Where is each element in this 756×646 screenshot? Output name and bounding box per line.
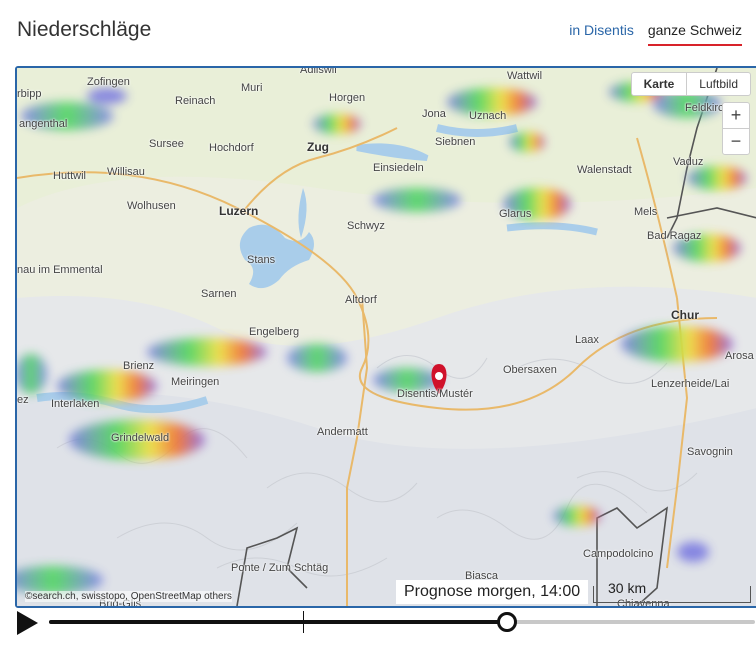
- forecast-time-label: Prognose morgen, 14:00: [396, 580, 589, 604]
- map-label: Obersaxen: [503, 364, 557, 376]
- map-label: Bad Ragaz: [647, 230, 702, 242]
- map-label: Ponte / Zum Schtäg: [231, 562, 329, 574]
- map-label: Siebnen: [435, 136, 476, 148]
- map-label: Savognin: [687, 446, 733, 458]
- map-label: Disentis/Mustér: [397, 388, 473, 400]
- map-label: Huttwil: [53, 170, 87, 182]
- timeline-progress: [49, 620, 506, 624]
- timeline-thumb[interactable]: [496, 612, 517, 632]
- scope-tabs: in Disentis ganze Schweiz: [569, 22, 742, 46]
- map-label: Glarus: [499, 208, 532, 220]
- map-label: ez: [17, 394, 29, 406]
- zoom-out-button[interactable]: −: [723, 128, 749, 154]
- map-label: Willisau: [107, 166, 145, 178]
- map-label: Horgen: [329, 92, 366, 104]
- map-label: Stans: [247, 254, 276, 266]
- tab-in-disentis[interactable]: in Disentis: [569, 22, 634, 46]
- map-label: Uznach: [469, 110, 507, 122]
- layer-karte-button[interactable]: Karte: [632, 73, 687, 95]
- map-label: rbipp: [17, 88, 42, 100]
- map-label: Adliswil: [300, 66, 337, 76]
- map-label: Zug: [307, 140, 329, 154]
- play-icon[interactable]: [17, 611, 38, 635]
- map-label: Campodolcino: [583, 548, 654, 560]
- map-label: Jona: [422, 108, 446, 120]
- map-label: nau im Emmental: [17, 264, 103, 276]
- map-label: Wattwil: [507, 70, 543, 82]
- scale-label: 30 km: [608, 580, 647, 596]
- zoom-in-button[interactable]: +: [723, 103, 749, 128]
- precipitation-map[interactable]: Zofingen Reinach Muri Adliswil Wattwil H…: [15, 66, 756, 608]
- map-attribution: ©search.ch, swisstopo, OpenStreetMap oth…: [25, 591, 232, 602]
- map-label: Arosa: [725, 350, 754, 362]
- map-label: Sarnen: [201, 288, 237, 300]
- map-label: Mels: [634, 206, 658, 218]
- map-label: Grindelwald: [111, 432, 170, 444]
- page-title: Niederschläge: [17, 18, 152, 41]
- map-label: Chur: [671, 308, 699, 322]
- map-label: Brienz: [123, 360, 155, 372]
- map-label: Hochdorf: [209, 142, 254, 154]
- map-label: Interlaken: [51, 398, 100, 410]
- map-label: Sursee: [149, 138, 184, 150]
- map-label: Luzern: [219, 204, 259, 218]
- map-base-layer: [17, 68, 756, 606]
- tab-ganze-schweiz[interactable]: ganze Schweiz: [647, 22, 742, 46]
- layer-luftbild-button[interactable]: Luftbild: [686, 73, 750, 95]
- map-label: Muri: [241, 82, 263, 94]
- map-label: Wolhusen: [127, 200, 176, 212]
- map-label: Walenstadt: [577, 164, 632, 176]
- map-layer-switch: Karte Luftbild: [630, 72, 751, 96]
- timeline-track[interactable]: [49, 620, 755, 624]
- zoom-control: + −: [722, 102, 750, 155]
- timeline-now-marker: [303, 611, 305, 633]
- map-label: Altdorf: [345, 294, 377, 306]
- map-label: angenthal: [19, 118, 68, 130]
- map-scale-bar: 30 km: [593, 580, 751, 603]
- map-label: Vaduz: [673, 156, 704, 168]
- map-label: Schwyz: [347, 220, 385, 232]
- map-label: Lenzerheide/Lai: [651, 378, 730, 390]
- map-label: Engelberg: [249, 326, 300, 338]
- map-label: Zofingen: [87, 76, 130, 88]
- map-label: Reinach: [175, 95, 216, 107]
- map-label: Andermatt: [317, 426, 368, 438]
- map-label: Laax: [575, 334, 599, 346]
- map-label: Einsiedeln: [373, 162, 424, 174]
- map-label: Meiringen: [171, 376, 220, 388]
